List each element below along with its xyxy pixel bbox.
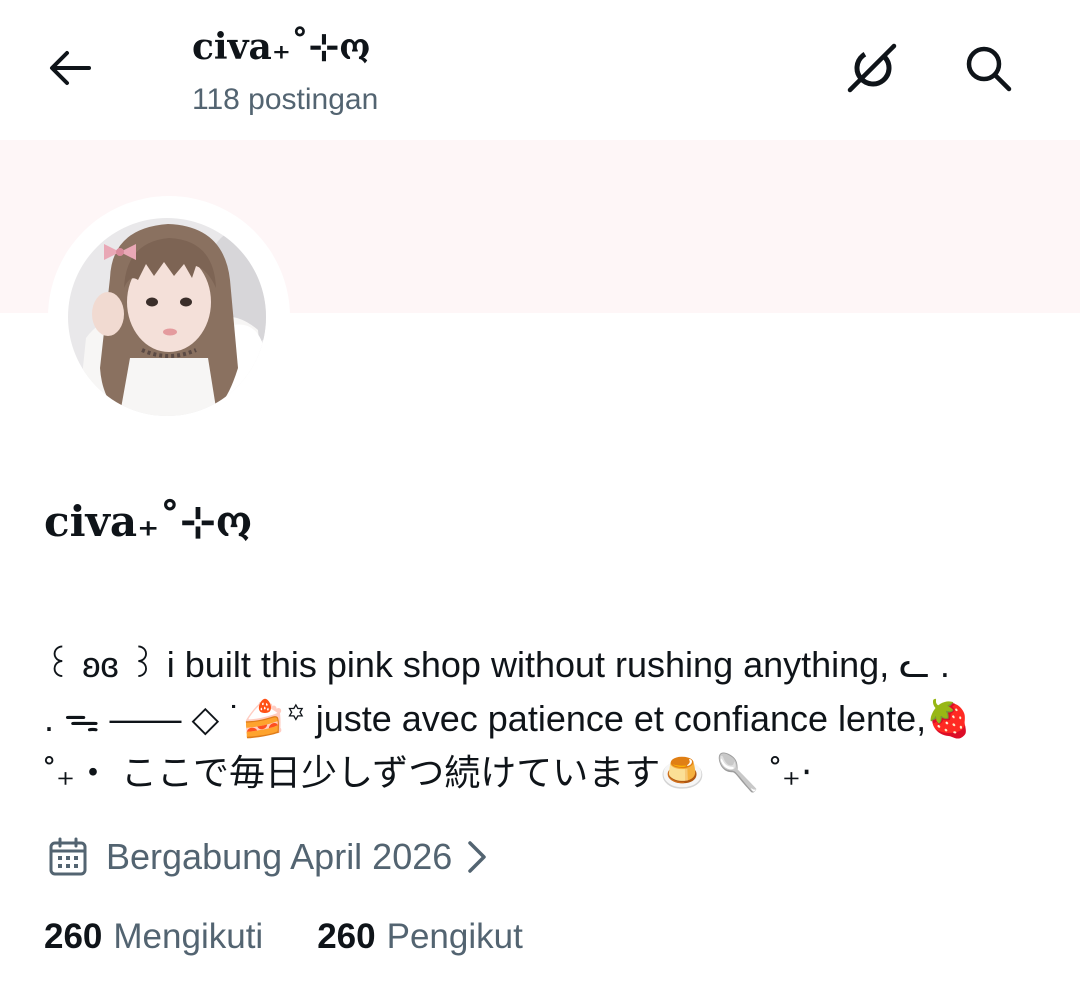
following-link[interactable]: 260 Mengikuti	[44, 917, 263, 957]
bio-line: . ᯓ —— ◇ ˙🍰꙳ juste avec patience et conf…	[44, 698, 971, 739]
following-count: 260	[44, 917, 103, 956]
avatar[interactable]	[68, 218, 266, 416]
grok-icon	[844, 40, 900, 100]
avatar-image	[68, 218, 266, 416]
search-button[interactable]	[958, 40, 1018, 100]
profile-bio: ꒰ ʚɞ ꒱ i built this pink shop without ru…	[44, 638, 1054, 800]
calendar-icon	[48, 837, 88, 877]
search-icon	[963, 43, 1013, 97]
back-button[interactable]	[44, 46, 96, 94]
followers-link[interactable]: 260 Pengikut	[317, 917, 523, 957]
header-title-block: civa₊˚⊹ო 118 postingan	[192, 22, 378, 120]
following-label: Mengikuti	[113, 917, 264, 956]
joined-date-link[interactable]: Bergabung April 2026	[48, 830, 490, 884]
header-title: civa₊˚⊹ო	[192, 26, 371, 68]
post-count: 118 postingan	[192, 83, 379, 116]
followers-label: Pengikut	[386, 917, 523, 956]
follow-stats: 260 Mengikuti 260 Pengikut	[44, 912, 523, 962]
joined-date-text: Bergabung April 2026	[106, 836, 453, 877]
top-bar: civa₊˚⊹ო 118 postingan	[0, 0, 1080, 140]
chevron-right-icon	[464, 837, 490, 877]
arrow-left-icon	[49, 50, 91, 90]
bio-line: ˚₊‧ ここで毎日少しずつ続けています🍮 🥄 ˚₊‧	[44, 752, 813, 793]
profile-display-name: civa₊˚⊹ო	[44, 497, 253, 546]
followers-count: 260	[317, 917, 376, 956]
grok-button[interactable]	[842, 40, 902, 100]
bio-line: ꒰ ʚɞ ꒱ i built this pink shop without ru…	[44, 644, 950, 685]
